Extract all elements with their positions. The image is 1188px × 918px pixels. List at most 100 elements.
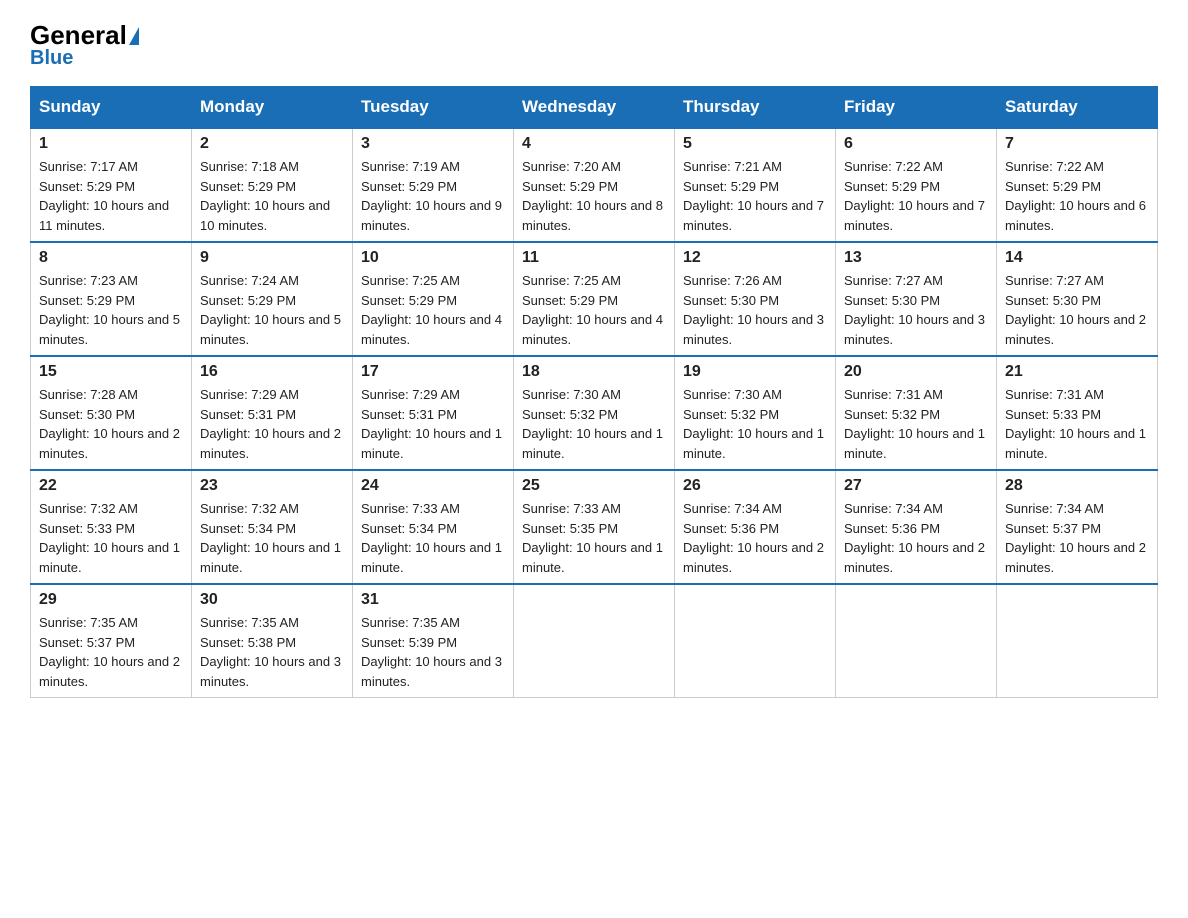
- calendar-cell: 17 Sunrise: 7:29 AM Sunset: 5:31 PM Dayl…: [353, 356, 514, 470]
- day-number: 30: [200, 591, 344, 609]
- calendar-cell: 9 Sunrise: 7:24 AM Sunset: 5:29 PM Dayli…: [192, 242, 353, 356]
- calendar-table: SundayMondayTuesdayWednesdayThursdayFrid…: [30, 86, 1158, 698]
- day-number: 14: [1005, 249, 1149, 267]
- calendar-cell: 10 Sunrise: 7:25 AM Sunset: 5:29 PM Dayl…: [353, 242, 514, 356]
- day-number: 23: [200, 477, 344, 495]
- day-info: Sunrise: 7:29 AM Sunset: 5:31 PM Dayligh…: [361, 385, 505, 463]
- day-info: Sunrise: 7:34 AM Sunset: 5:37 PM Dayligh…: [1005, 499, 1149, 577]
- day-number: 4: [522, 135, 666, 153]
- calendar-cell: 20 Sunrise: 7:31 AM Sunset: 5:32 PM Dayl…: [836, 356, 997, 470]
- day-info: Sunrise: 7:31 AM Sunset: 5:33 PM Dayligh…: [1005, 385, 1149, 463]
- calendar-week-row: 1 Sunrise: 7:17 AM Sunset: 5:29 PM Dayli…: [31, 128, 1158, 242]
- day-info: Sunrise: 7:23 AM Sunset: 5:29 PM Dayligh…: [39, 271, 183, 349]
- day-info: Sunrise: 7:32 AM Sunset: 5:34 PM Dayligh…: [200, 499, 344, 577]
- day-info: Sunrise: 7:33 AM Sunset: 5:34 PM Dayligh…: [361, 499, 505, 577]
- calendar-cell: 1 Sunrise: 7:17 AM Sunset: 5:29 PM Dayli…: [31, 128, 192, 242]
- day-number: 12: [683, 249, 827, 267]
- day-number: 16: [200, 363, 344, 381]
- day-info: Sunrise: 7:17 AM Sunset: 5:29 PM Dayligh…: [39, 157, 183, 235]
- day-number: 15: [39, 363, 183, 381]
- logo-blue-subtitle: Blue: [30, 47, 73, 70]
- calendar-week-row: 29 Sunrise: 7:35 AM Sunset: 5:37 PM Dayl…: [31, 584, 1158, 698]
- calendar-cell: 3 Sunrise: 7:19 AM Sunset: 5:29 PM Dayli…: [353, 128, 514, 242]
- day-number: 18: [522, 363, 666, 381]
- day-info: Sunrise: 7:28 AM Sunset: 5:30 PM Dayligh…: [39, 385, 183, 463]
- calendar-cell: 29 Sunrise: 7:35 AM Sunset: 5:37 PM Dayl…: [31, 584, 192, 698]
- calendar-cell: 27 Sunrise: 7:34 AM Sunset: 5:36 PM Dayl…: [836, 470, 997, 584]
- calendar-cell: 4 Sunrise: 7:20 AM Sunset: 5:29 PM Dayli…: [514, 128, 675, 242]
- calendar-cell: 28 Sunrise: 7:34 AM Sunset: 5:37 PM Dayl…: [997, 470, 1158, 584]
- day-number: 20: [844, 363, 988, 381]
- calendar-cell: 11 Sunrise: 7:25 AM Sunset: 5:29 PM Dayl…: [514, 242, 675, 356]
- calendar-cell: 30 Sunrise: 7:35 AM Sunset: 5:38 PM Dayl…: [192, 584, 353, 698]
- day-number: 24: [361, 477, 505, 495]
- day-info: Sunrise: 7:35 AM Sunset: 5:38 PM Dayligh…: [200, 613, 344, 691]
- day-info: Sunrise: 7:34 AM Sunset: 5:36 PM Dayligh…: [844, 499, 988, 577]
- calendar-week-row: 22 Sunrise: 7:32 AM Sunset: 5:33 PM Dayl…: [31, 470, 1158, 584]
- day-info: Sunrise: 7:31 AM Sunset: 5:32 PM Dayligh…: [844, 385, 988, 463]
- calendar-cell: [997, 584, 1158, 698]
- logo-triangle-icon: [129, 27, 139, 45]
- calendar-cell: 23 Sunrise: 7:32 AM Sunset: 5:34 PM Dayl…: [192, 470, 353, 584]
- calendar-cell: 31 Sunrise: 7:35 AM Sunset: 5:39 PM Dayl…: [353, 584, 514, 698]
- calendar-cell: 19 Sunrise: 7:30 AM Sunset: 5:32 PM Dayl…: [675, 356, 836, 470]
- day-number: 7: [1005, 135, 1149, 153]
- calendar-cell: 26 Sunrise: 7:34 AM Sunset: 5:36 PM Dayl…: [675, 470, 836, 584]
- logo: General Blue: [30, 20, 141, 70]
- day-number: 5: [683, 135, 827, 153]
- page-header: General Blue: [30, 20, 1158, 70]
- day-number: 22: [39, 477, 183, 495]
- day-info: Sunrise: 7:18 AM Sunset: 5:29 PM Dayligh…: [200, 157, 344, 235]
- day-number: 6: [844, 135, 988, 153]
- day-info: Sunrise: 7:21 AM Sunset: 5:29 PM Dayligh…: [683, 157, 827, 235]
- calendar-cell: 7 Sunrise: 7:22 AM Sunset: 5:29 PM Dayli…: [997, 128, 1158, 242]
- day-info: Sunrise: 7:30 AM Sunset: 5:32 PM Dayligh…: [522, 385, 666, 463]
- calendar-cell: 8 Sunrise: 7:23 AM Sunset: 5:29 PM Dayli…: [31, 242, 192, 356]
- day-info: Sunrise: 7:20 AM Sunset: 5:29 PM Dayligh…: [522, 157, 666, 235]
- calendar-header-row: SundayMondayTuesdayWednesdayThursdayFrid…: [31, 87, 1158, 129]
- day-info: Sunrise: 7:19 AM Sunset: 5:29 PM Dayligh…: [361, 157, 505, 235]
- day-info: Sunrise: 7:29 AM Sunset: 5:31 PM Dayligh…: [200, 385, 344, 463]
- calendar-cell: 16 Sunrise: 7:29 AM Sunset: 5:31 PM Dayl…: [192, 356, 353, 470]
- day-info: Sunrise: 7:26 AM Sunset: 5:30 PM Dayligh…: [683, 271, 827, 349]
- day-number: 29: [39, 591, 183, 609]
- day-number: 17: [361, 363, 505, 381]
- calendar-cell: [836, 584, 997, 698]
- day-info: Sunrise: 7:27 AM Sunset: 5:30 PM Dayligh…: [844, 271, 988, 349]
- day-number: 11: [522, 249, 666, 267]
- day-number: 9: [200, 249, 344, 267]
- calendar-cell: 15 Sunrise: 7:28 AM Sunset: 5:30 PM Dayl…: [31, 356, 192, 470]
- day-info: Sunrise: 7:25 AM Sunset: 5:29 PM Dayligh…: [361, 271, 505, 349]
- day-number: 26: [683, 477, 827, 495]
- day-number: 25: [522, 477, 666, 495]
- calendar-header-friday: Friday: [836, 87, 997, 129]
- day-info: Sunrise: 7:22 AM Sunset: 5:29 PM Dayligh…: [844, 157, 988, 235]
- calendar-header-sunday: Sunday: [31, 87, 192, 129]
- calendar-cell: 14 Sunrise: 7:27 AM Sunset: 5:30 PM Dayl…: [997, 242, 1158, 356]
- calendar-cell: 12 Sunrise: 7:26 AM Sunset: 5:30 PM Dayl…: [675, 242, 836, 356]
- day-info: Sunrise: 7:32 AM Sunset: 5:33 PM Dayligh…: [39, 499, 183, 577]
- calendar-cell: 13 Sunrise: 7:27 AM Sunset: 5:30 PM Dayl…: [836, 242, 997, 356]
- day-info: Sunrise: 7:22 AM Sunset: 5:29 PM Dayligh…: [1005, 157, 1149, 235]
- day-number: 31: [361, 591, 505, 609]
- calendar-cell: 24 Sunrise: 7:33 AM Sunset: 5:34 PM Dayl…: [353, 470, 514, 584]
- day-number: 8: [39, 249, 183, 267]
- day-number: 10: [361, 249, 505, 267]
- calendar-cell: 5 Sunrise: 7:21 AM Sunset: 5:29 PM Dayli…: [675, 128, 836, 242]
- day-info: Sunrise: 7:34 AM Sunset: 5:36 PM Dayligh…: [683, 499, 827, 577]
- day-number: 13: [844, 249, 988, 267]
- calendar-header-thursday: Thursday: [675, 87, 836, 129]
- day-info: Sunrise: 7:35 AM Sunset: 5:37 PM Dayligh…: [39, 613, 183, 691]
- day-number: 28: [1005, 477, 1149, 495]
- day-info: Sunrise: 7:27 AM Sunset: 5:30 PM Dayligh…: [1005, 271, 1149, 349]
- day-number: 21: [1005, 363, 1149, 381]
- calendar-week-row: 15 Sunrise: 7:28 AM Sunset: 5:30 PM Dayl…: [31, 356, 1158, 470]
- calendar-cell: 2 Sunrise: 7:18 AM Sunset: 5:29 PM Dayli…: [192, 128, 353, 242]
- calendar-week-row: 8 Sunrise: 7:23 AM Sunset: 5:29 PM Dayli…: [31, 242, 1158, 356]
- calendar-header-saturday: Saturday: [997, 87, 1158, 129]
- calendar-cell: 21 Sunrise: 7:31 AM Sunset: 5:33 PM Dayl…: [997, 356, 1158, 470]
- day-info: Sunrise: 7:33 AM Sunset: 5:35 PM Dayligh…: [522, 499, 666, 577]
- day-number: 2: [200, 135, 344, 153]
- calendar-cell: 18 Sunrise: 7:30 AM Sunset: 5:32 PM Dayl…: [514, 356, 675, 470]
- day-info: Sunrise: 7:35 AM Sunset: 5:39 PM Dayligh…: [361, 613, 505, 691]
